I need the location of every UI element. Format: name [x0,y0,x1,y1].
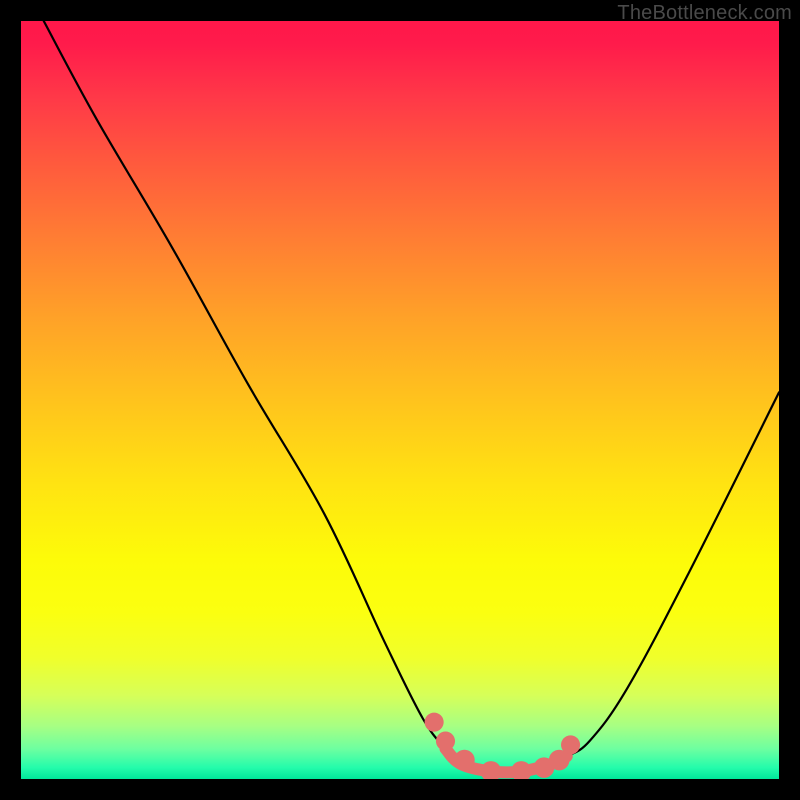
chart-svg [21,21,779,779]
marker-dot [481,761,502,779]
marker-dot [454,750,475,771]
marker-dot [425,713,444,732]
marker-dot [561,735,580,754]
plot-area [21,21,779,779]
marker-dot [436,732,455,751]
marker-dot [511,761,532,779]
curve-layer [44,21,779,779]
chart-frame: TheBottleneck.com [0,0,800,800]
bottleneck-curve [44,21,779,772]
watermark-text: TheBottleneck.com [617,2,792,25]
